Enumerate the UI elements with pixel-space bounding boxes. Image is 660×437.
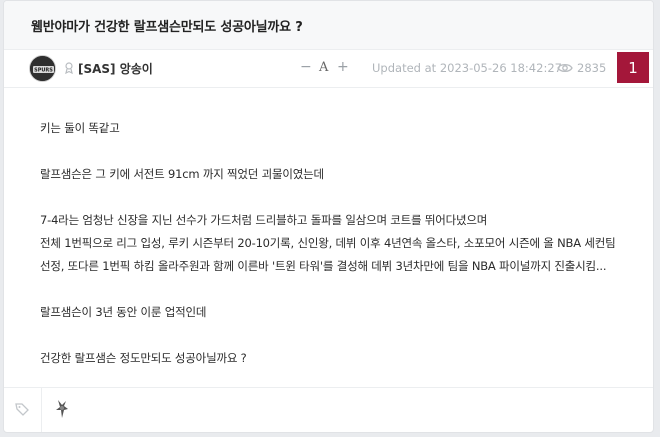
body-line: 전체 1번픽으로 리그 입성, 루키 시즌부터 20-10기록, 신인왕, 데뷔… [40,236,616,250]
tag-icon[interactable] [14,401,30,417]
author-name[interactable]: [SAS] 앙송이 [78,60,153,77]
post-title: 웸반야마가 건강한 랄프샘슨만되도 성공아닐까요 ? [31,20,303,35]
title-bar: 웸반야마가 건강한 랄프샘슨만되도 성공아닐까요 ? [4,1,653,50]
svg-text:SPURS: SPURS [34,68,53,74]
meta-bar: SPURS [SAS] 앙송이 − A + Updated at 2023-05… [4,50,653,88]
level-icon [65,62,73,74]
body-line [40,186,633,209]
body-line: 건강한 랄프샘슨 정도만되도 성공아닐까요 ? [40,351,247,365]
body-line [40,324,633,347]
post-body: 키는 둘이 똑같고 랄프샘슨은 그 키에 서전트 91cm 까지 찍었던 괴물이… [40,117,633,370]
font-increase-button[interactable]: + [337,59,349,75]
body-line: 선정, 또다른 1번픽 하킴 올라주원과 함께 이른바 '트윈 타워'를 결성해… [40,259,607,273]
eye-icon [557,63,573,73]
view-count: 2835 [577,61,607,75]
post-footer [4,387,653,432]
post-card: 웸반야마가 건강한 랄프샘슨만되도 성공아닐까요 ? SPURS [SAS] 앙… [3,0,654,433]
updated-timestamp: Updated at 2023-05-26 18:42:27 [372,61,562,75]
spurs-logo-icon[interactable] [52,398,72,420]
comment-count-badge[interactable]: 1 [617,52,649,83]
body-line: 랄프샘슨은 그 키에 서전트 91cm 까지 찍었던 괴물이였는데 [40,167,324,181]
body-line: 7-4라는 엄청난 신장을 지닌 선수가 가드처럼 드리블하고 돌파를 일삼으며… [40,213,488,227]
font-decrease-button[interactable]: − [300,59,312,75]
body-line [40,140,633,163]
font-size-label: A [319,60,329,75]
body-line [40,278,633,301]
body-line: 키는 둘이 똑같고 [40,121,120,135]
author-avatar[interactable]: SPURS [29,55,56,82]
footer-divider [41,388,42,432]
body-line: 랄프샘슨이 3년 동안 이룬 업적인데 [40,305,207,319]
